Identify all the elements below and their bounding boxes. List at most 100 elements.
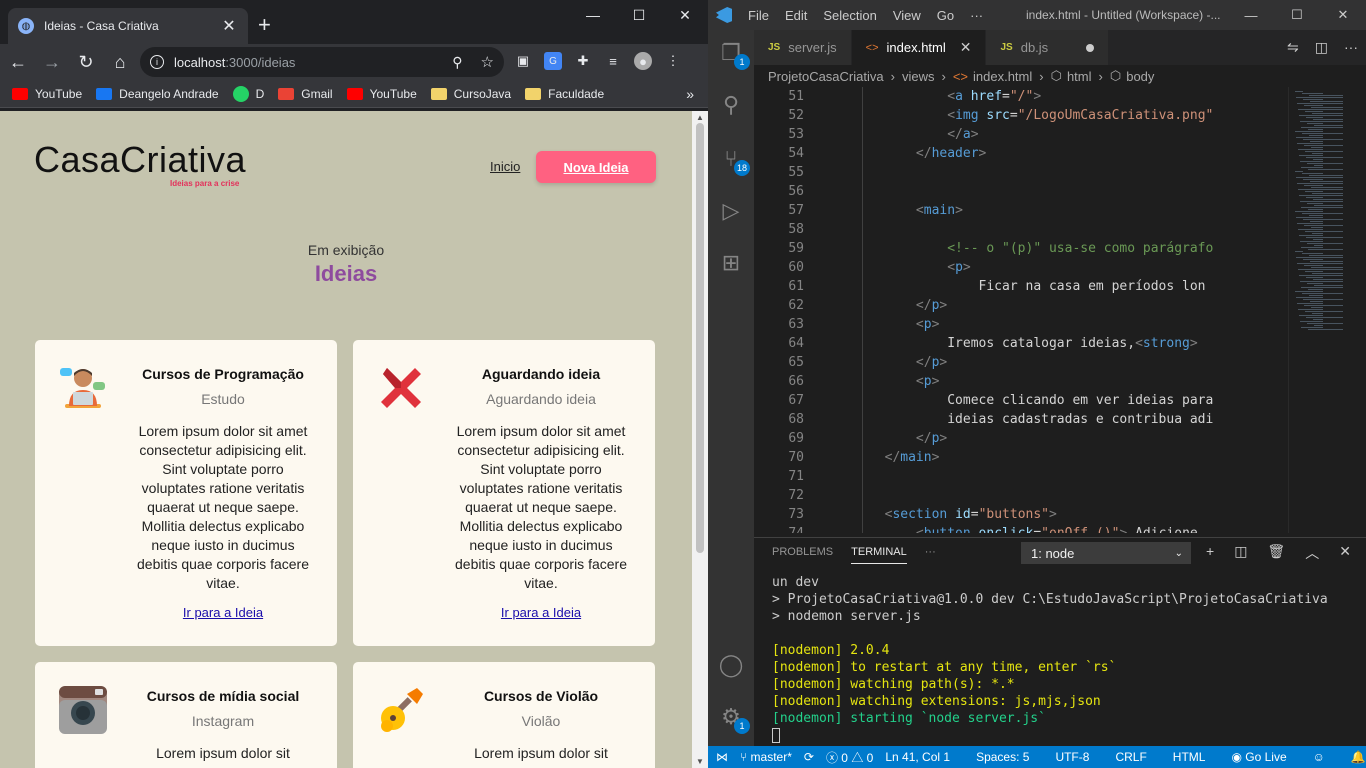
code-line[interactable]: 63 <p> [754, 315, 1288, 334]
minimize-icon[interactable]: — [570, 0, 616, 30]
kebab-menu-icon[interactable]: ⋮ [664, 52, 682, 70]
feedback-icon[interactable]: ☺ [1313, 750, 1325, 764]
card-link[interactable]: Ir para a Ideia [129, 605, 317, 620]
info-icon[interactable]: i [150, 55, 164, 69]
breadcrumb-item[interactable]: ProjetoCasaCriativa [768, 69, 884, 84]
close-panel-icon[interactable]: ✕ [1339, 543, 1351, 563]
sync-icon[interactable]: ⟳ [804, 750, 814, 764]
cursor-position[interactable]: Ln 41, Col 1 [885, 750, 950, 764]
menu-more[interactable]: ··· [970, 8, 983, 23]
code-line[interactable]: 51 <a href="/"> [754, 87, 1288, 106]
tab-problems[interactable]: PROBLEMS [772, 546, 833, 564]
account-icon[interactable]: ◯ [716, 650, 746, 680]
breadcrumb-item[interactable]: views [902, 69, 935, 84]
terminal-select[interactable]: 1: node ⌄ [1021, 542, 1191, 564]
more-bookmarks-icon[interactable]: » [686, 86, 694, 102]
trash-icon[interactable]: 🗑 [1267, 543, 1285, 563]
code-line[interactable]: 65 </p> [754, 353, 1288, 372]
puzzle-icon[interactable]: ✚ [574, 52, 592, 70]
close-window-icon[interactable]: ✕ [662, 0, 708, 30]
unsaved-dot-icon[interactable] [1086, 43, 1095, 52]
code-line[interactable]: 62 </p> [754, 296, 1288, 315]
menu-file[interactable]: File [748, 8, 769, 23]
code-line[interactable]: 59 <!-- o "(p)" usa-se como parágrafo [754, 239, 1288, 258]
menu-view[interactable]: View [893, 8, 921, 23]
problems-status[interactable]: ⓧ 0 △ 0 [826, 749, 873, 766]
close-window-icon[interactable]: ✕ [1320, 0, 1366, 30]
menu-edit[interactable]: Edit [785, 8, 807, 23]
forward-icon[interactable]: → [36, 46, 68, 78]
reload-icon[interactable]: ↻ [70, 46, 102, 78]
code-line[interactable]: 71 [754, 467, 1288, 486]
scroll-down-icon[interactable]: ▼ [696, 757, 704, 766]
more-actions-icon[interactable]: ··· [1344, 39, 1358, 56]
go-live[interactable]: ◉ Go Live [1231, 750, 1286, 764]
menu-go[interactable]: Go [937, 8, 954, 23]
compare-icon[interactable]: ⇋ [1287, 39, 1299, 56]
bell-icon[interactable]: 🔔 [1351, 750, 1366, 764]
code-line[interactable]: 55 [754, 163, 1288, 182]
run-debug-icon[interactable]: ▷ [716, 196, 746, 226]
code-line[interactable]: 70 </main> [754, 448, 1288, 467]
tab-terminal[interactable]: TERMINAL [851, 546, 907, 564]
code-line[interactable]: 53 </a> [754, 125, 1288, 144]
translate-icon[interactable]: G [544, 52, 562, 70]
zoom-icon[interactable]: ⚲ [452, 54, 462, 71]
site-logo[interactable]: CasaCriativa Ideias para a crise [34, 139, 246, 188]
source-control-icon[interactable]: ⑂ 18 [716, 144, 750, 176]
scroll-up-icon[interactable]: ▲ [696, 113, 704, 122]
new-terminal-icon[interactable]: + [1206, 543, 1214, 563]
search-icon[interactable]: ⚲ [716, 90, 746, 120]
branch[interactable]: ⑂ master* [740, 750, 792, 764]
tab-server-js[interactable]: JS server.js [754, 30, 852, 65]
code-line[interactable]: 60 <p> [754, 258, 1288, 277]
code-line[interactable]: 54 </header> [754, 144, 1288, 163]
terminal-prompt[interactable] [772, 727, 1328, 744]
terminal-output[interactable]: un dev > ProjetoCasaCriativa@1.0.0 dev C:… [772, 574, 1328, 744]
bookmark-facebook[interactable]: Deangelo Andrade [96, 87, 219, 101]
breadcrumb-item[interactable]: body [1126, 69, 1154, 84]
tab-db-js[interactable]: JS db.js [986, 30, 1110, 65]
browser-tab[interactable]: ◍ Ideias - Casa Criativa ✕ [8, 8, 248, 44]
code-line[interactable]: 67 Comece clicando em ver ideias para [754, 391, 1288, 410]
code-line[interactable]: 74 <button onclick="onOff ()"> Adicione [754, 524, 1288, 533]
code-line[interactable]: 73 <section id="buttons"> [754, 505, 1288, 524]
indentation[interactable]: Spaces: 5 [976, 750, 1029, 764]
code-line[interactable]: 52 <img src="/LogoUmCasaCriativa.png" [754, 106, 1288, 125]
breadcrumb-item[interactable]: index.html [973, 69, 1032, 84]
close-tab-icon[interactable]: ✕ [960, 39, 972, 56]
remote-icon[interactable]: ⋈ [716, 750, 728, 764]
code-line[interactable]: 58 [754, 220, 1288, 239]
split-terminal-icon[interactable]: ◫ [1234, 543, 1247, 563]
code-line[interactable]: 64 Iremos catalogar ideias,<strong> [754, 334, 1288, 353]
line-ending[interactable]: CRLF [1115, 750, 1146, 764]
code-line[interactable]: 61 Ficar na casa em períodos lon [754, 277, 1288, 296]
breadcrumb-item[interactable]: html [1067, 69, 1092, 84]
scrollbar-thumb[interactable] [696, 123, 704, 553]
code-line[interactable]: 72 [754, 486, 1288, 505]
bookmark-gmail[interactable]: Gmail [278, 87, 333, 101]
page-scrollbar[interactable]: ▲ ▼ [692, 111, 708, 768]
bookmark-youtube[interactable]: YouTube [12, 87, 82, 101]
card-link[interactable]: Ir para a Ideia [447, 605, 635, 620]
code-editor[interactable]: 51 <a href="/"> 52 <img src="/LogoUmCasaC… [754, 87, 1288, 533]
split-editor-icon[interactable]: ◫ [1315, 39, 1328, 56]
media-icon[interactable]: ≡ [604, 52, 622, 70]
bookmark-youtube-2[interactable]: YouTube [346, 87, 417, 101]
bookmark-whatsapp[interactable]: D [232, 85, 264, 102]
extension-icon[interactable]: ▣ [514, 52, 532, 70]
maximize-icon[interactable]: ☐ [1274, 0, 1320, 30]
home-icon[interactable]: ⌂ [104, 46, 136, 78]
new-idea-button[interactable]: Nova Ideia [536, 151, 656, 183]
code-line[interactable]: 66 <p> [754, 372, 1288, 391]
extensions-icon[interactable]: ⊞ [716, 248, 746, 278]
tab-index-html[interactable]: <> index.html ✕ [851, 30, 987, 65]
bookmark-faculdade[interactable]: Faculdade [525, 87, 604, 101]
close-tab-icon[interactable]: ✕ [220, 16, 238, 36]
code-line[interactable]: 69 </p> [754, 429, 1288, 448]
panel-more-icon[interactable]: ··· [925, 546, 936, 564]
maximize-panel-icon[interactable]: ︿ [1305, 543, 1319, 563]
bookmark-cursojava[interactable]: CursoJava [430, 87, 511, 101]
code-line[interactable]: 68 ideias cadastradas e contribua adi [754, 410, 1288, 429]
explorer-icon[interactable]: ❐ 1 [716, 38, 750, 70]
